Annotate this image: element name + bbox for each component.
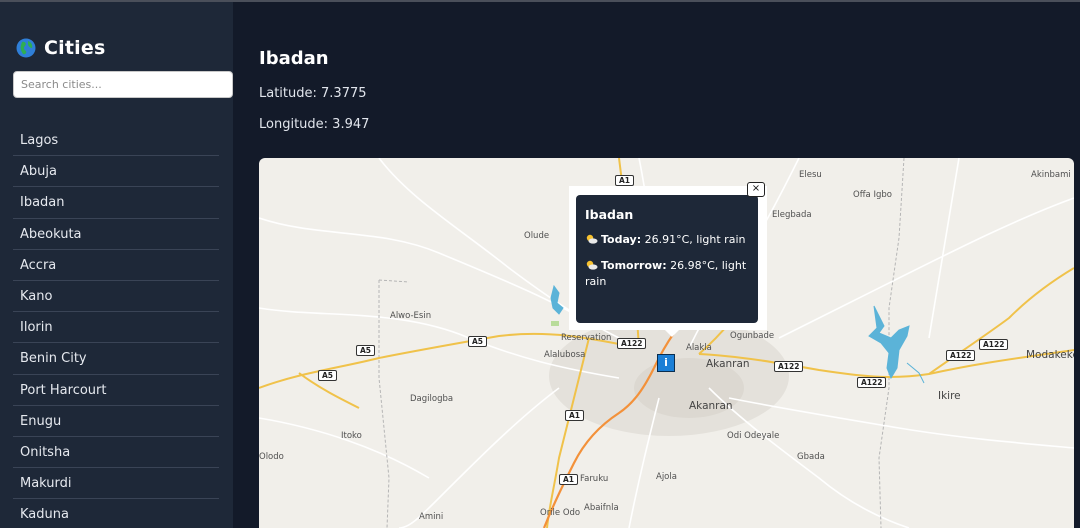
close-popup-button[interactable]: × (747, 182, 765, 197)
map-label: Odi Odeyale (727, 431, 780, 441)
map-label: Gbada (797, 452, 825, 462)
map-label: Ajola (656, 472, 677, 482)
tomorrow-label: Tomorrow: (601, 259, 667, 272)
tomorrow-forecast: Tomorrow: 26.98°C, light rain (585, 258, 749, 290)
city-item-enugu[interactable]: Enugu (13, 406, 219, 437)
city-item-benin-city[interactable]: Benin City (13, 343, 219, 375)
today-value: 26.91°C, light rain (641, 233, 746, 246)
map-label: Amini (419, 512, 444, 522)
city-item-abuja[interactable]: Abuja (13, 156, 219, 188)
today-label: Today: (601, 233, 642, 246)
map-label: Elegbada (772, 210, 812, 220)
map-label: Alakla (686, 343, 712, 353)
map-view[interactable]: Elesu Akinbami Offa Igbo Elegbada Olude … (259, 158, 1074, 528)
map-label: Ogunbade (730, 331, 775, 341)
city-item-port-harcourt[interactable]: Port Harcourt (13, 375, 219, 406)
map-label: Reservation (561, 333, 612, 343)
sidebar-title: Cities (44, 37, 106, 59)
main-panel: Ibadan Latitude: 7.3775 Longitude: 3.947 (233, 2, 1080, 528)
longitude-text: Longitude: 3.947 (259, 117, 370, 132)
today-forecast: Today: 26.91°C, light rain (585, 232, 749, 248)
sun-cloud-icon (586, 234, 598, 244)
city-item-onitsha[interactable]: Onitsha (13, 437, 219, 469)
map-label: Offa Igbo (853, 190, 892, 200)
road-shield: A122 (617, 338, 647, 349)
map-label: Akinbami (1031, 170, 1071, 180)
map-label: Akanran (689, 400, 733, 412)
city-item-accra[interactable]: Accra (13, 250, 219, 281)
weather-popup: Ibadan Today: 26.91°C, light rain Tomorr… (569, 186, 767, 330)
map-label: Alwo-Esin (390, 311, 432, 321)
map-label: Abaifnla (584, 503, 619, 513)
search-input[interactable] (13, 71, 233, 98)
city-list: Lagos Abuja Ibadan Abeokuta Accra Kano I… (13, 125, 219, 528)
road-shield: A1 (559, 474, 579, 485)
road-shield: A5 (356, 345, 376, 356)
city-item-kano[interactable]: Kano (13, 281, 219, 313)
sidebar-brand: Cities (16, 36, 105, 60)
city-item-makurdi[interactable]: Makurdi (13, 468, 219, 500)
globe-icon (16, 38, 36, 58)
map-label: Dagilogba (410, 394, 454, 404)
city-marker[interactable]: i (657, 354, 675, 372)
road-shield: A122 (774, 361, 804, 372)
map-label: Akanran (706, 358, 750, 370)
road-shield: A5 (318, 370, 338, 381)
map-label: Ikire (938, 390, 961, 402)
map-label: Olodo (259, 452, 284, 462)
sun-cloud-icon (586, 260, 598, 270)
weather-popup-content: Ibadan Today: 26.91°C, light rain Tomorr… (576, 195, 758, 323)
latitude-text: Latitude: 7.3775 (259, 86, 367, 101)
map-label: Olude (524, 231, 550, 241)
road-shield: A122 (857, 377, 887, 388)
map-label: Faruku (580, 474, 609, 484)
road-shield: A1 (565, 410, 585, 421)
map-label: Elesu (799, 170, 822, 180)
city-item-lagos[interactable]: Lagos (13, 125, 219, 157)
road-shield: A1 (615, 175, 635, 186)
city-item-abeokuta[interactable]: Abeokuta (13, 219, 219, 250)
road-shield: A122 (979, 339, 1009, 350)
city-item-ibadan[interactable]: Ibadan (13, 187, 219, 219)
map-label: Modakeke (1026, 349, 1074, 361)
sidebar: Cities Lagos Abuja Ibadan Abeokuta Accra… (0, 2, 233, 528)
road-shield: A122 (946, 350, 976, 361)
city-title: Ibadan (259, 48, 329, 69)
popup-tip (664, 329, 680, 337)
map-label: Alalubosa (544, 350, 586, 360)
map-label: Orile Odo (540, 508, 581, 518)
popup-title: Ibadan (585, 207, 634, 222)
city-item-ilorin[interactable]: Ilorin (13, 312, 219, 344)
road-shield: A5 (468, 336, 488, 347)
map-label: Itoko (341, 431, 362, 441)
city-item-kaduna[interactable]: Kaduna (13, 499, 219, 528)
